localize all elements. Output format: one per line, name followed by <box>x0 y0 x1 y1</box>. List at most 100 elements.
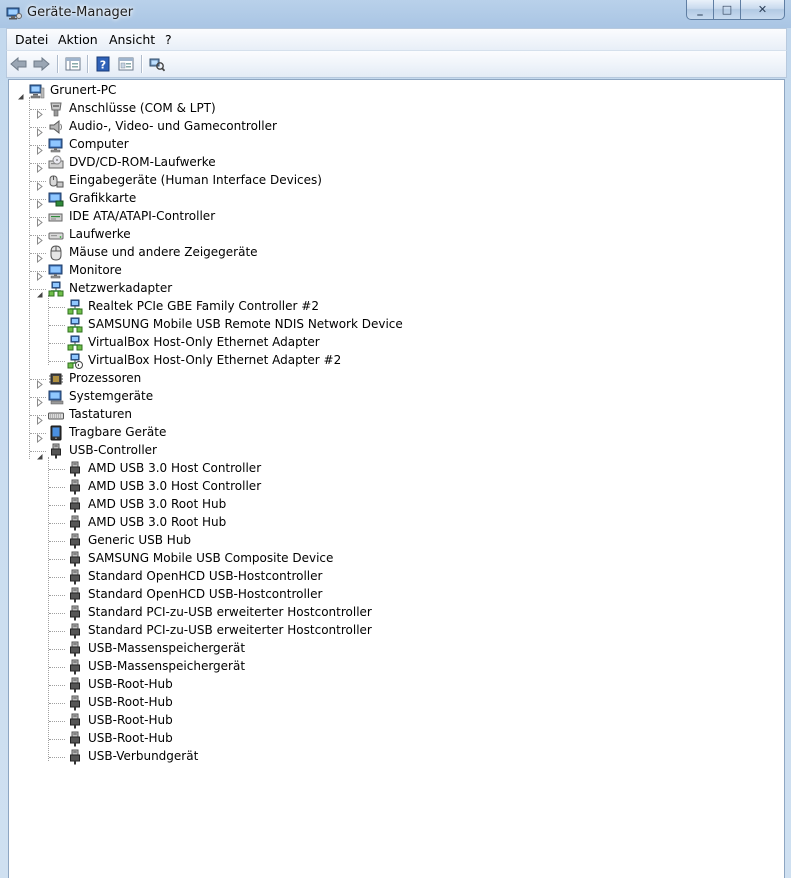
tree-device-15-2[interactable]: AMD USB 3.0 Root Hub <box>9 496 769 514</box>
tree-device-10-1[interactable]: SAMSUNG Mobile USB Remote NDIS Network D… <box>9 316 769 334</box>
tree-item-label: SAMSUNG Mobile USB Remote NDIS Network D… <box>88 317 403 331</box>
tree-category-3[interactable]: DVD/CD-ROM-Laufwerke <box>9 154 769 174</box>
title-bar[interactable]: Geräte-Manager _ □ ✕ <box>0 0 791 28</box>
expand-arrow-icon[interactable] <box>35 104 44 120</box>
tree-device-10-2[interactable]: VirtualBox Host-Only Ethernet Adapter <box>9 334 769 352</box>
tree-item-label: Netzwerkadapter <box>69 281 173 295</box>
tree-item-label: Standard PCI-zu-USB erweiterter Hostcont… <box>88 605 372 619</box>
tree-device-15-10[interactable]: USB-Massenspeichergerät <box>9 640 769 658</box>
tree-item-label: VirtualBox Host-Only Ethernet Adapter #2 <box>88 353 342 367</box>
expand-arrow-icon[interactable] <box>35 248 44 264</box>
tree-item-label: Generic USB Hub <box>88 533 192 547</box>
usb-icon <box>67 605 83 621</box>
tree-device-10-3[interactable]: VirtualBox Host-Only Ethernet Adapter #2 <box>9 352 769 370</box>
tree-item-label: Laufwerke <box>69 227 131 241</box>
maximize-icon: □ <box>721 3 733 16</box>
tree-device-15-8[interactable]: Standard PCI-zu-USB erweiterter Hostcont… <box>9 604 769 622</box>
tree-category-13[interactable]: Tastaturen <box>9 406 769 426</box>
computer-icon <box>29 83 45 99</box>
expand-arrow-icon[interactable] <box>35 158 44 174</box>
tree-device-15-12[interactable]: USB-Root-Hub <box>9 676 769 694</box>
expand-arrow-icon[interactable] <box>35 212 44 228</box>
properties-button[interactable] <box>116 54 136 74</box>
expand-arrow-icon[interactable] <box>35 140 44 156</box>
menu-action[interactable]: Aktion <box>58 32 98 47</box>
device-tree[interactable]: Grunert-PC Anschlüsse (COM & LPT) Audio-, … <box>8 79 785 878</box>
tree-item-label: USB-Root-Hub <box>88 731 173 745</box>
collapse-arrow-icon[interactable] <box>16 86 25 100</box>
expand-arrow-icon[interactable] <box>35 374 44 390</box>
expand-arrow-icon[interactable] <box>35 392 44 408</box>
expand-arrow-icon[interactable] <box>35 176 44 192</box>
expand-arrow-icon[interactable] <box>35 194 44 210</box>
properties-icon <box>118 57 134 71</box>
tree-item-label: USB-Controller <box>69 443 157 457</box>
menu-view[interactable]: Ansicht <box>109 32 155 47</box>
usb-icon <box>67 461 83 477</box>
expand-arrow-icon[interactable] <box>35 410 44 426</box>
tree-category-1[interactable]: Audio-, Video- und Gamecontroller <box>9 118 769 138</box>
usb-icon <box>48 443 64 459</box>
tree-category-12[interactable]: Systemgeräte <box>9 388 769 408</box>
tree-device-15-3[interactable]: AMD USB 3.0 Root Hub <box>9 514 769 532</box>
show-hide-console-tree-button[interactable] <box>63 54 83 74</box>
forward-button[interactable] <box>31 54 51 74</box>
tree-device-15-9[interactable]: Standard PCI-zu-USB erweiterter Hostcont… <box>9 622 769 640</box>
expand-arrow-icon[interactable] <box>35 230 44 246</box>
tree-category-6[interactable]: IDE ATA/ATAPI-Controller <box>9 208 769 228</box>
tree-category-8[interactable]: Mäuse und andere Zeigegeräte <box>9 244 769 264</box>
tree-category-0[interactable]: Anschlüsse (COM & LPT) <box>9 100 769 120</box>
scan-hardware-button[interactable] <box>147 54 167 74</box>
tree-item-label: USB-Massenspeichergerät <box>88 659 246 673</box>
tree-device-15-4[interactable]: Generic USB Hub <box>9 532 769 550</box>
tree-category-15[interactable]: USB-Controller <box>9 442 769 460</box>
tree-device-15-7[interactable]: Standard OpenHCD USB-Hostcontroller <box>9 586 769 604</box>
expand-arrow-icon[interactable] <box>35 428 44 444</box>
portable-device-icon <box>48 425 64 441</box>
window-title: Geräte-Manager <box>27 5 134 20</box>
collapse-arrow-icon[interactable] <box>35 284 44 298</box>
tree-item-root[interactable]: Grunert-PC <box>9 82 769 100</box>
network-adapter-icon <box>67 317 83 333</box>
tree-category-10[interactable]: Netzwerkadapter <box>9 280 769 298</box>
tree-category-9[interactable]: Monitore <box>9 262 769 282</box>
menu-bar: Datei Aktion Ansicht ? <box>6 28 787 51</box>
tree-device-15-6[interactable]: Standard OpenHCD USB-Hostcontroller <box>9 568 769 586</box>
tree-category-7[interactable]: Laufwerke <box>9 226 769 246</box>
tree-device-15-16[interactable]: USB-Verbundgerät <box>9 748 769 766</box>
menu-help[interactable]: ? <box>165 32 172 47</box>
expand-arrow-icon[interactable] <box>35 266 44 282</box>
tree-device-15-0[interactable]: AMD USB 3.0 Host Controller <box>9 460 769 478</box>
monitor-icon <box>48 137 64 153</box>
close-button[interactable]: ✕ <box>741 0 785 20</box>
collapse-arrow-icon[interactable] <box>35 446 44 460</box>
tree-device-15-15[interactable]: USB-Root-Hub <box>9 730 769 748</box>
minimize-button[interactable]: _ <box>686 0 714 20</box>
tree-category-5[interactable]: Grafikkarte <box>9 190 769 210</box>
tree-item-label: USB-Root-Hub <box>88 713 173 727</box>
usb-icon <box>67 641 83 657</box>
tree-device-15-5[interactable]: SAMSUNG Mobile USB Composite Device <box>9 550 769 568</box>
tree-device-10-0[interactable]: Realtek PCIe GBE Family Controller #2 <box>9 298 769 316</box>
usb-icon <box>67 587 83 603</box>
tree-category-4[interactable]: Eingabegeräte (Human Interface Devices) <box>9 172 769 192</box>
tree-device-15-11[interactable]: USB-Massenspeichergerät <box>9 658 769 676</box>
tree-device-15-13[interactable]: USB-Root-Hub <box>9 694 769 712</box>
tree-category-14[interactable]: Tragbare Geräte <box>9 424 769 444</box>
help-icon: ? <box>96 56 110 72</box>
console-tree-icon <box>65 57 81 71</box>
tree-device-15-1[interactable]: AMD USB 3.0 Host Controller <box>9 478 769 496</box>
tree-category-2[interactable]: Computer <box>9 136 769 156</box>
tree-item-label: Tastaturen <box>69 407 132 421</box>
help-button[interactable]: ? <box>93 54 113 74</box>
tree-device-15-14[interactable]: USB-Root-Hub <box>9 712 769 730</box>
tree-category-11[interactable]: Prozessoren <box>9 370 769 390</box>
expand-arrow-icon[interactable] <box>35 122 44 138</box>
usb-icon <box>67 731 83 747</box>
tree-item-label: USB-Massenspeichergerät <box>88 641 246 655</box>
menu-file[interactable]: Datei <box>15 32 48 47</box>
mouse-icon <box>48 245 64 261</box>
maximize-button[interactable]: □ <box>714 0 741 20</box>
tree-item-label: DVD/CD-ROM-Laufwerke <box>69 155 216 169</box>
back-button[interactable] <box>9 54 29 74</box>
